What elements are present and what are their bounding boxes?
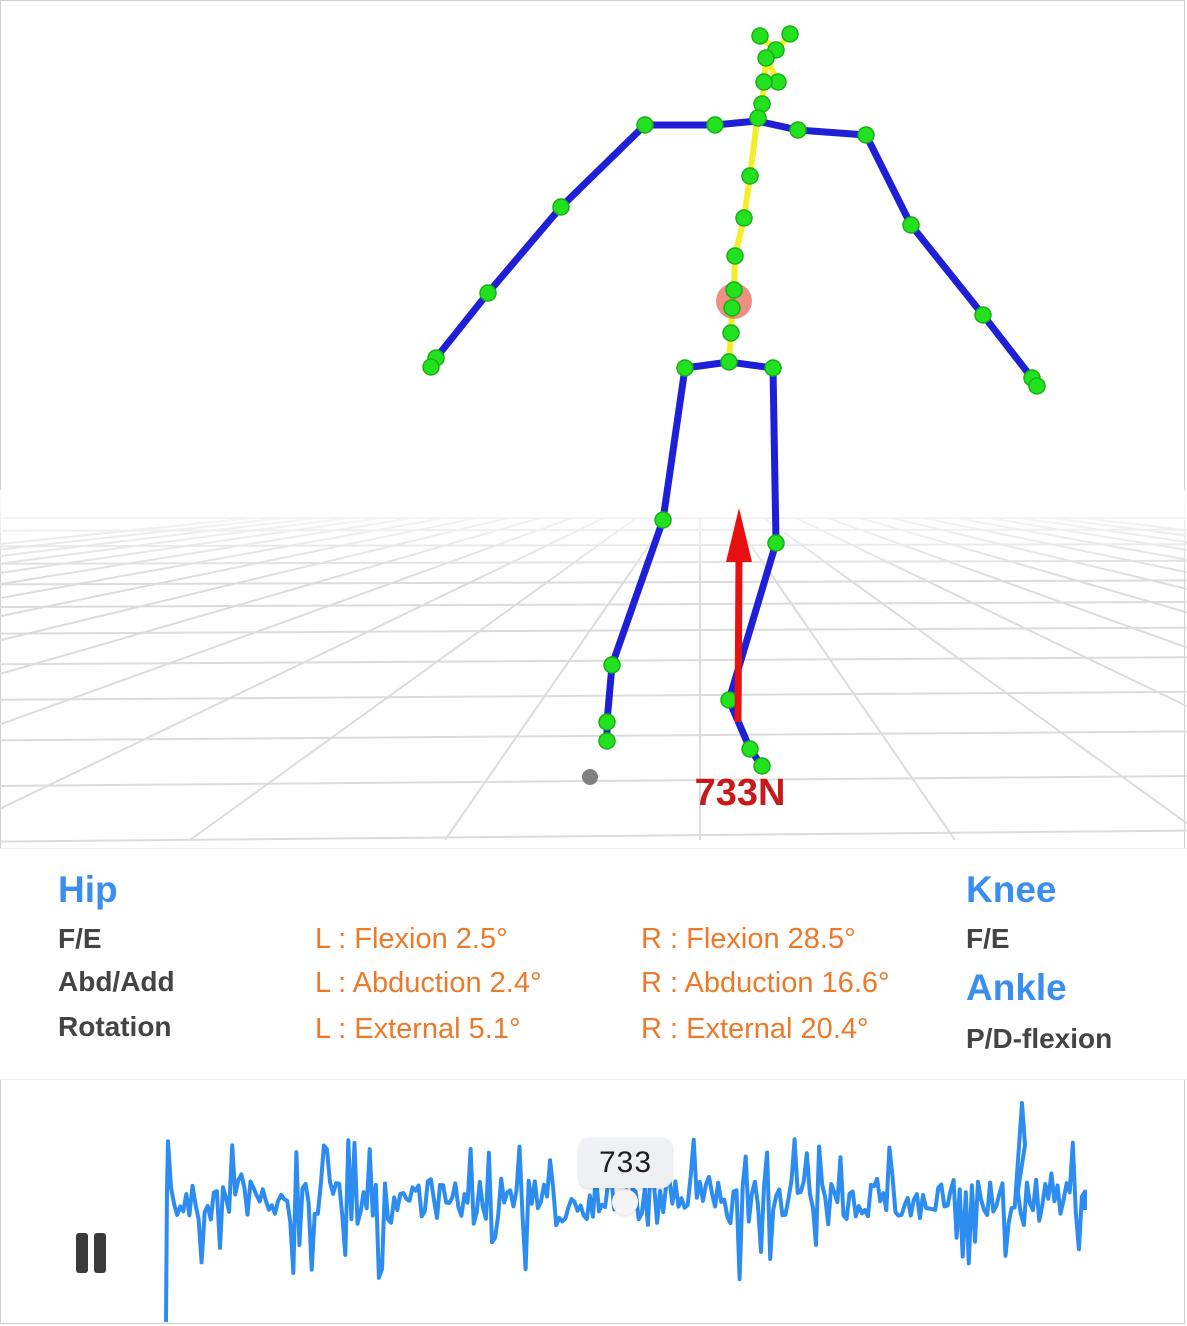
force-graph[interactable] — [0, 1080, 1187, 1326]
joint-marker — [722, 324, 740, 342]
floor-marker — [582, 769, 598, 785]
joint-marker — [764, 359, 782, 377]
skeleton-bones — [427, 31, 1041, 770]
grid-line — [0, 730, 1187, 742]
joint-marker — [552, 198, 570, 216]
hip-row-abd-add: Abd/Add — [58, 966, 175, 997]
bone-segment — [862, 131, 915, 229]
joint-marker — [636, 116, 654, 134]
joint-marker — [720, 353, 738, 371]
joint-marker — [789, 121, 807, 139]
hip-row-fe: F/E — [58, 923, 102, 954]
knee-title: Knee — [966, 869, 1057, 910]
ankle-row-pd-flexion: P/D-flexion — [966, 1023, 1113, 1054]
hip-right-flexion: R : Flexion 28.5° — [641, 923, 856, 955]
grid-line — [0, 829, 1187, 843]
joint-marker — [781, 25, 799, 43]
pause-button[interactable] — [72, 1231, 112, 1277]
hip-left-external: L : External 5.1° — [315, 1013, 521, 1045]
bone-segment — [907, 221, 987, 319]
joint-marker — [755, 73, 773, 91]
joint-marker — [654, 511, 672, 529]
knee-row-fe: F/E — [966, 923, 1010, 954]
joint-marker — [902, 216, 920, 234]
pause-icon-bar — [94, 1233, 106, 1273]
joint-marker — [735, 209, 753, 227]
hip-right-abduction: R : Abduction 16.6° — [641, 967, 890, 999]
joint-marker — [676, 359, 694, 377]
hip-left-abduction: L : Abduction 2.4° — [315, 967, 542, 999]
hip-title: Hip — [58, 869, 118, 910]
hip-right-external: R : External 20.4° — [641, 1013, 869, 1045]
bone-segment — [484, 203, 565, 297]
hip-row-rotation: Rotation — [58, 1011, 172, 1042]
joint-marker — [720, 691, 738, 709]
joint-marker — [603, 656, 621, 674]
grid-line — [0, 601, 1187, 608]
joint-marker — [479, 284, 497, 302]
joint-marker — [422, 358, 440, 376]
joint-marker — [598, 713, 616, 731]
force-label: 733N — [695, 772, 786, 814]
joint-marker — [749, 109, 767, 127]
joint-marker — [598, 732, 616, 750]
bone-segment — [557, 121, 649, 211]
joint-marker — [741, 740, 759, 758]
joint-marker — [723, 299, 741, 317]
bone-segment — [979, 311, 1036, 382]
joint-marker — [1028, 377, 1046, 395]
bone-segment — [769, 364, 780, 547]
joint-marker — [857, 126, 875, 144]
hip-left-flexion: L : Flexion 2.5° — [315, 923, 508, 955]
bone-segment — [794, 126, 870, 139]
joint-marker — [725, 281, 743, 299]
grid-line — [0, 626, 1187, 635]
ankle-title: Ankle — [966, 967, 1067, 1008]
joint-marker — [706, 116, 724, 134]
value-tooltip: 733 — [579, 1138, 672, 1188]
pause-icon — [76, 1233, 88, 1273]
joint-marker — [751, 27, 769, 45]
skeleton-viewport[interactable]: 733N — [0, 0, 1187, 848]
scrubber-handle[interactable] — [612, 1189, 638, 1215]
bone-segment — [432, 289, 492, 362]
joint-marker — [767, 534, 785, 552]
joint-marker — [974, 306, 992, 324]
joint-marker — [726, 247, 744, 265]
joint-marker — [741, 167, 759, 185]
joint-marker — [757, 49, 775, 67]
